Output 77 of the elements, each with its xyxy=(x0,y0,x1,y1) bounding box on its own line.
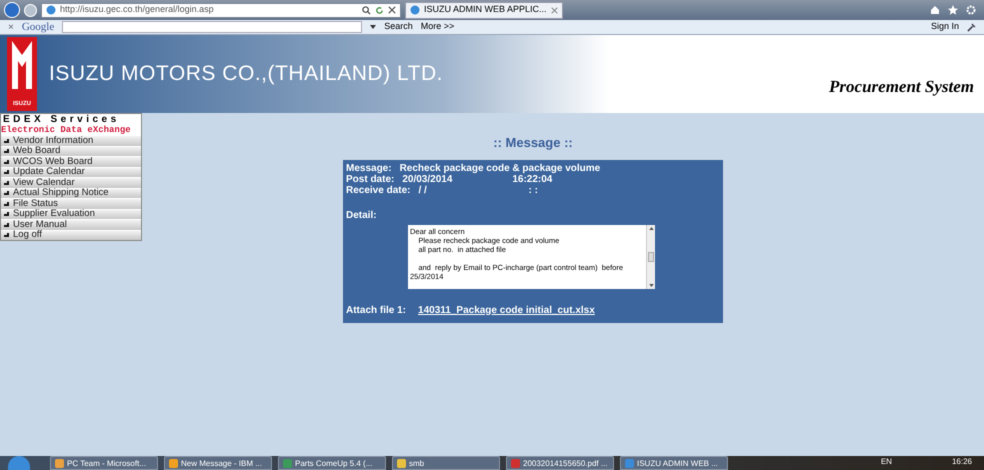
corner-icon xyxy=(4,222,9,227)
toolbar-close-button[interactable]: × xyxy=(8,20,14,34)
field-label: Message: xyxy=(346,162,392,174)
address-field[interactable]: http://isuzu.gec.co.th/general/login.asp xyxy=(41,2,401,18)
app-icon xyxy=(55,459,64,468)
corner-icon xyxy=(4,160,9,164)
scrollbar[interactable] xyxy=(646,224,655,288)
sidebar-item[interactable]: View Calendar xyxy=(1,177,141,188)
app-icon xyxy=(511,459,520,468)
sidebar-item[interactable]: Update Calendar xyxy=(1,166,141,177)
app-icon xyxy=(283,459,292,468)
globe-icon xyxy=(410,5,420,15)
corner-icon xyxy=(4,233,9,238)
taskbar-button[interactable]: PC Team - Microsoft... xyxy=(50,456,158,470)
detail-label: Detail: xyxy=(346,208,378,222)
close-icon[interactable] xyxy=(550,6,558,14)
corner-icon xyxy=(4,170,9,174)
app-icon xyxy=(625,459,634,468)
app-icon xyxy=(397,459,406,468)
sidebar-title: EDEX Services xyxy=(1,114,141,125)
wrench-icon[interactable] xyxy=(967,22,976,32)
taskbar-button[interactable]: 20032014155650.pdf ... xyxy=(506,456,614,470)
back-button[interactable] xyxy=(4,2,20,18)
corner-icon xyxy=(4,202,9,206)
dropdown-icon[interactable] xyxy=(370,25,376,29)
field-value: Recheck package code & package volume xyxy=(400,162,600,174)
corner-icon xyxy=(4,138,9,143)
sidebar-item[interactable]: Actual Shipping Notice xyxy=(1,188,141,198)
google-label: Google xyxy=(22,20,54,35)
taskbar-button[interactable]: New Message - IBM ... xyxy=(164,456,272,470)
logo-icon xyxy=(11,41,33,89)
sidebar-item[interactable]: WCOS Web Board xyxy=(1,156,141,166)
settings-icon[interactable] xyxy=(966,5,976,15)
star-icon[interactable] xyxy=(948,5,958,15)
attachment-link[interactable]: 140311_Package code initial_cut.xlsx xyxy=(418,302,595,318)
sidebar-item[interactable]: Log off xyxy=(1,230,141,240)
corner-icon xyxy=(4,191,9,196)
taskbar-button[interactable]: ISUZU ADMIN WEB ... xyxy=(620,456,728,470)
field-time: : : xyxy=(528,184,538,196)
corner-icon xyxy=(4,180,9,185)
corner-icon xyxy=(4,149,9,154)
refresh-icon[interactable] xyxy=(375,6,384,14)
app-icon xyxy=(169,459,178,468)
field-time: 16:22:04 xyxy=(512,174,552,184)
sidebar-item[interactable]: Web Board xyxy=(1,146,141,156)
field-label: Receive date: xyxy=(346,184,410,196)
sidebar-item[interactable]: Supplier Evaluation xyxy=(1,208,141,219)
field-value: / / xyxy=(418,184,428,196)
sidebar-item[interactable]: User Manual xyxy=(1,219,141,230)
clock[interactable]: 16:26 xyxy=(952,456,972,468)
page-heading: :: Message :: xyxy=(493,134,573,152)
taskbar-button[interactable]: smb xyxy=(392,456,500,470)
search-icon xyxy=(362,6,371,14)
attach-label: Attach file 1: xyxy=(346,304,406,318)
home-icon[interactable] xyxy=(930,5,940,15)
taskbar-button[interactable]: Parts ComeUp 5.4 (... xyxy=(278,456,386,470)
sidebar-item[interactable]: Vendor Information xyxy=(1,135,141,146)
language-indicator[interactable]: EN xyxy=(880,456,892,468)
company-name: ISUZU MOTORS CO.,(THAILAND) LTD. xyxy=(49,61,444,88)
sidebar-item[interactable]: File Status xyxy=(1,198,141,208)
up-arrow-icon[interactable] xyxy=(648,226,654,230)
close-icon[interactable] xyxy=(388,6,396,14)
browser-tab[interactable]: ISUZU ADMIN WEB APPLIC... xyxy=(405,2,563,18)
down-arrow-icon[interactable] xyxy=(648,284,654,286)
more-button[interactable]: More >> xyxy=(420,20,454,34)
sign-in-button[interactable]: Sign In xyxy=(930,20,959,34)
scrollbar-thumb[interactable] xyxy=(648,252,654,262)
field-label: Post date: xyxy=(346,174,394,184)
search-field[interactable] xyxy=(62,21,362,33)
start-button[interactable] xyxy=(8,456,30,470)
forward-button[interactable] xyxy=(24,4,37,16)
globe-icon xyxy=(46,5,56,15)
field-value: 20/03/2014 xyxy=(402,174,452,184)
search-button[interactable]: Search xyxy=(384,20,413,34)
sidebar-subtitle: Electronic Data eXchange xyxy=(1,125,141,135)
system-title: Procurement System xyxy=(829,76,974,98)
corner-icon xyxy=(4,212,9,216)
